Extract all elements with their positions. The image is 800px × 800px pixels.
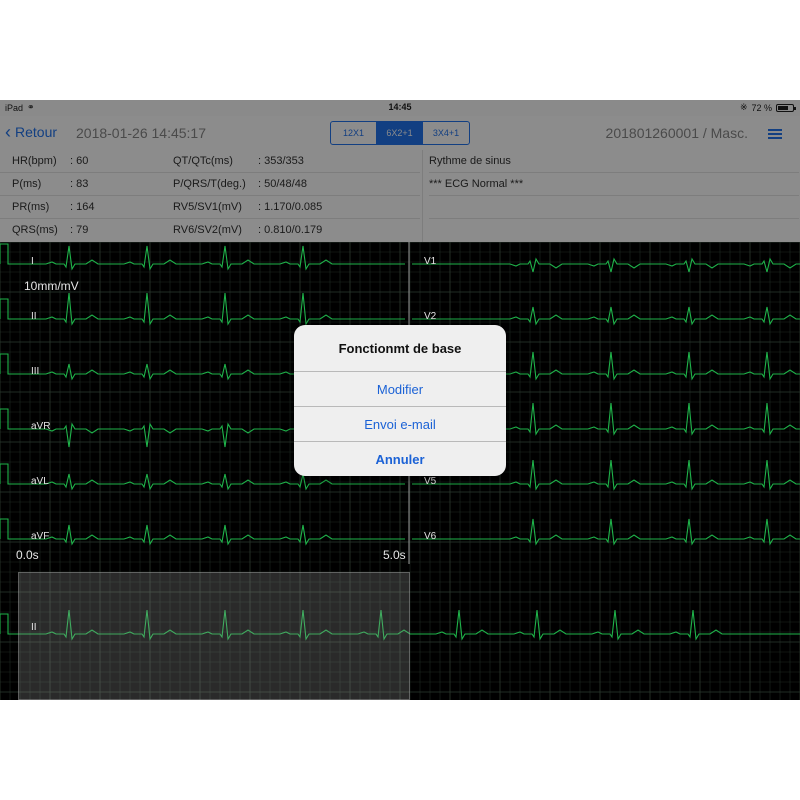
send-email-button[interactable]: Envoi e-mail [294, 407, 506, 442]
modify-button[interactable]: Modifier [294, 372, 506, 407]
action-sheet: Fonctionmt de base Modifier Envoi e-mail… [294, 325, 506, 476]
app-screen: iPad ⚭ 14:45 ※ 72 % ‹ Retour 2018-01-26 … [0, 100, 800, 700]
cancel-button[interactable]: Annuler [294, 442, 506, 476]
action-sheet-title: Fonctionmt de base [294, 325, 506, 372]
